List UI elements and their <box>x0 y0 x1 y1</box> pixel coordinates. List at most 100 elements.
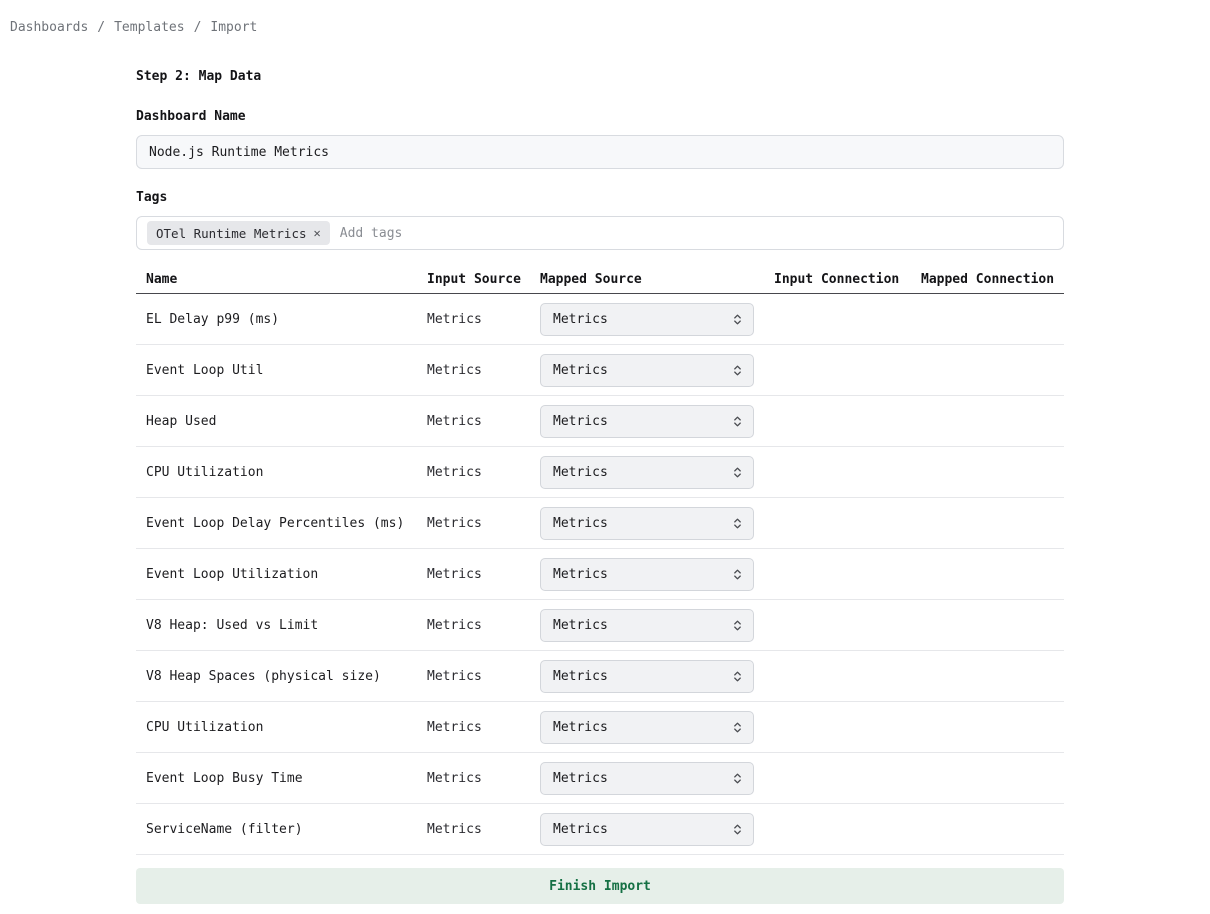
mapped-source-select[interactable]: Metrics <box>540 507 754 540</box>
row-name: ServiceName (filter) <box>146 822 427 837</box>
breadcrumb-item-templates[interactable]: Templates <box>114 20 184 35</box>
remove-tag-icon[interactable]: ✕ <box>314 227 321 239</box>
chevrons-up-down-icon <box>731 364 744 377</box>
table-header-row: Name Input Source Mapped Source Input Co… <box>136 266 1064 294</box>
column-header-name: Name <box>146 272 427 287</box>
breadcrumb-item-dashboards[interactable]: Dashboards <box>10 20 88 35</box>
row-input-source: Metrics <box>427 363 540 378</box>
table-row: Event Loop Busy Time Metrics Metrics <box>136 753 1064 804</box>
column-header-mapped-source: Mapped Source <box>540 272 774 287</box>
row-input-source: Metrics <box>427 516 540 531</box>
row-input-source: Metrics <box>427 720 540 735</box>
mapped-source-select[interactable]: Metrics <box>540 558 754 591</box>
mapping-table: Name Input Source Mapped Source Input Co… <box>136 266 1064 855</box>
mapped-source-select-value: Metrics <box>553 363 608 378</box>
tag-chip-label: OTel Runtime Metrics <box>156 226 307 241</box>
row-name: CPU Utilization <box>146 465 427 480</box>
row-name: Heap Used <box>146 414 427 429</box>
mapped-source-select[interactable]: Metrics <box>540 405 754 438</box>
table-row: Event Loop Delay Percentiles (ms) Metric… <box>136 498 1064 549</box>
row-name: Event Loop Busy Time <box>146 771 427 786</box>
add-tags-input[interactable] <box>340 226 1053 241</box>
row-input-source: Metrics <box>427 618 540 633</box>
row-mapped-source-cell: Metrics <box>540 711 774 744</box>
mapped-source-select[interactable]: Metrics <box>540 456 754 489</box>
mapped-source-select-value: Metrics <box>553 312 608 327</box>
row-name: Event Loop Utilization <box>146 567 427 582</box>
chevrons-up-down-icon <box>731 568 744 581</box>
mapped-source-select[interactable]: Metrics <box>540 303 754 336</box>
table-row: Event Loop Util Metrics Metrics <box>136 345 1064 396</box>
mapped-source-select-value: Metrics <box>553 669 608 684</box>
row-name: EL Delay p99 (ms) <box>146 312 427 327</box>
step-title: Step 2: Map Data <box>136 69 1064 84</box>
mapped-source-select[interactable]: Metrics <box>540 609 754 642</box>
row-mapped-source-cell: Metrics <box>540 456 774 489</box>
table-row: Event Loop Utilization Metrics Metrics <box>136 549 1064 600</box>
row-mapped-source-cell: Metrics <box>540 558 774 591</box>
chevrons-up-down-icon <box>731 772 744 785</box>
chevrons-up-down-icon <box>731 721 744 734</box>
row-name: Event Loop Util <box>146 363 427 378</box>
row-input-source: Metrics <box>427 669 540 684</box>
chevrons-up-down-icon <box>731 670 744 683</box>
row-name: V8 Heap: Used vs Limit <box>146 618 427 633</box>
row-input-source: Metrics <box>427 771 540 786</box>
row-input-source: Metrics <box>427 465 540 480</box>
row-name: V8 Heap Spaces (physical size) <box>146 669 427 684</box>
import-step-panel: Step 2: Map Data Dashboard Name Tags OTe… <box>136 69 1064 914</box>
row-input-source: Metrics <box>427 822 540 837</box>
mapped-source-select[interactable]: Metrics <box>540 813 754 846</box>
column-header-input-connection: Input Connection <box>774 272 921 287</box>
breadcrumb: Dashboards / Templates / Import <box>0 0 1210 35</box>
mapped-source-select-value: Metrics <box>553 618 608 633</box>
tags-input-container[interactable]: OTel Runtime Metrics ✕ <box>136 216 1064 250</box>
finish-import-button[interactable]: Finish Import <box>136 868 1064 904</box>
row-mapped-source-cell: Metrics <box>540 354 774 387</box>
mapped-source-select-value: Metrics <box>553 720 608 735</box>
chevrons-up-down-icon <box>731 517 744 530</box>
dashboard-name-input[interactable] <box>136 135 1064 169</box>
tag-chip: OTel Runtime Metrics ✕ <box>147 221 330 245</box>
row-mapped-source-cell: Metrics <box>540 762 774 795</box>
row-name: CPU Utilization <box>146 720 427 735</box>
mapped-source-select-value: Metrics <box>553 771 608 786</box>
table-row: CPU Utilization Metrics Metrics <box>136 702 1064 753</box>
row-mapped-source-cell: Metrics <box>540 660 774 693</box>
table-row: CPU Utilization Metrics Metrics <box>136 447 1064 498</box>
row-input-source: Metrics <box>427 414 540 429</box>
mapped-source-select-value: Metrics <box>553 465 608 480</box>
column-header-mapped-connection: Mapped Connection <box>921 272 1064 287</box>
row-mapped-source-cell: Metrics <box>540 507 774 540</box>
chevrons-up-down-icon <box>731 823 744 836</box>
chevrons-up-down-icon <box>731 619 744 632</box>
mapped-source-select-value: Metrics <box>553 567 608 582</box>
table-row: V8 Heap Spaces (physical size) Metrics M… <box>136 651 1064 702</box>
breadcrumb-separator: / <box>97 20 105 35</box>
table-row: V8 Heap: Used vs Limit Metrics Metrics <box>136 600 1064 651</box>
mapped-source-select[interactable]: Metrics <box>540 762 754 795</box>
dashboard-name-label: Dashboard Name <box>136 109 1064 124</box>
row-input-source: Metrics <box>427 567 540 582</box>
mapped-source-select[interactable]: Metrics <box>540 711 754 744</box>
table-body: EL Delay p99 (ms) Metrics Metrics Event … <box>136 294 1064 855</box>
breadcrumb-separator: / <box>194 20 202 35</box>
column-header-input-source: Input Source <box>427 272 540 287</box>
chevrons-up-down-icon <box>731 466 744 479</box>
row-input-source: Metrics <box>427 312 540 327</box>
chevrons-up-down-icon <box>731 313 744 326</box>
table-row: EL Delay p99 (ms) Metrics Metrics <box>136 294 1064 345</box>
row-mapped-source-cell: Metrics <box>540 813 774 846</box>
breadcrumb-item-import: Import <box>210 20 257 35</box>
tags-label: Tags <box>136 190 1064 205</box>
mapped-source-select[interactable]: Metrics <box>540 354 754 387</box>
row-name: Event Loop Delay Percentiles (ms) <box>146 516 427 531</box>
row-mapped-source-cell: Metrics <box>540 609 774 642</box>
mapped-source-select[interactable]: Metrics <box>540 660 754 693</box>
table-row: Heap Used Metrics Metrics <box>136 396 1064 447</box>
chevrons-up-down-icon <box>731 415 744 428</box>
table-row: ServiceName (filter) Metrics Metrics <box>136 804 1064 855</box>
mapped-source-select-value: Metrics <box>553 414 608 429</box>
mapped-source-select-value: Metrics <box>553 822 608 837</box>
row-mapped-source-cell: Metrics <box>540 405 774 438</box>
